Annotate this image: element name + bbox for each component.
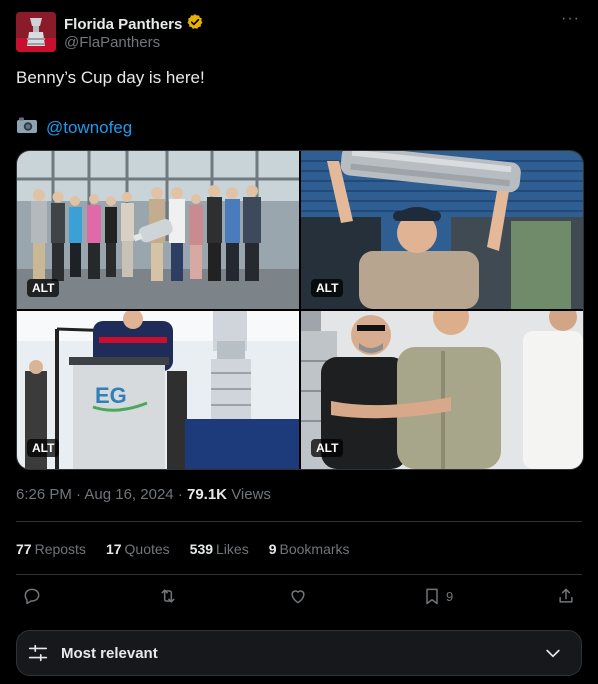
like-icon xyxy=(291,590,305,604)
tweet-meta: 6:26 PM · Aug 16, 2024 · 79.1K Views xyxy=(16,486,271,503)
podium-sign: EG xyxy=(95,383,127,408)
reply-button[interactable] xyxy=(22,586,42,606)
tweet-text: Benny’s Cup day is here! xyxy=(16,68,205,87)
camera-icon xyxy=(16,116,38,139)
meta-separator: · xyxy=(177,486,187,503)
tweet-date[interactable]: Aug 16, 2024 xyxy=(84,486,173,503)
action-bar: 9 xyxy=(16,586,582,612)
photo-group[interactable]: ALT xyxy=(17,151,299,309)
panthers-logo xyxy=(16,12,56,52)
bookmark-count: 9 xyxy=(446,588,454,604)
reposts-stat[interactable]: 77 Reposts xyxy=(16,541,86,557)
repost-button[interactable] xyxy=(158,586,178,606)
media-grid: ALT ALT EG ALT ALT xyxy=(16,150,584,470)
views-count: 79.1K xyxy=(186,486,228,503)
bookmarks-stat[interactable]: 9 Bookmarks xyxy=(269,541,350,557)
author-display-name[interactable]: Florida Panthers xyxy=(64,16,182,33)
author-handle[interactable]: @FlaPanthers xyxy=(64,34,160,51)
alt-badge[interactable]: ALT xyxy=(27,439,60,457)
repost-icon xyxy=(161,589,175,603)
photo-crowd[interactable]: ALT xyxy=(301,311,583,469)
alt-badge[interactable]: ALT xyxy=(311,279,344,297)
sliders-icon xyxy=(27,642,49,664)
tweet-time[interactable]: 6:26 PM xyxy=(16,486,72,503)
divider xyxy=(16,521,582,522)
photo-podium[interactable]: EG ALT xyxy=(17,311,299,469)
alt-badge[interactable]: ALT xyxy=(27,279,60,297)
photo-cup-raise[interactable]: ALT xyxy=(301,151,583,309)
photo-credit: @townofeg xyxy=(16,116,132,139)
share-icon xyxy=(559,588,573,603)
chevron-down-icon xyxy=(543,643,563,663)
reply-sort-dropdown[interactable]: Most relevant xyxy=(16,630,582,676)
quotes-stat[interactable]: 17 Quotes xyxy=(106,541,170,557)
bookmark-icon xyxy=(426,588,438,605)
alt-badge[interactable]: ALT xyxy=(311,439,344,457)
avatar[interactable] xyxy=(16,12,56,52)
sort-label: Most relevant xyxy=(61,644,158,662)
divider xyxy=(16,574,582,575)
reply-icon xyxy=(24,588,40,605)
like-button[interactable] xyxy=(288,586,308,606)
verified-badge-icon[interactable] xyxy=(186,13,204,36)
author-name-row[interactable]: Florida Panthers xyxy=(64,13,204,36)
more-options-icon[interactable]: ··· xyxy=(561,10,580,28)
views-label: Views xyxy=(231,486,271,503)
bookmark-button[interactable]: 9 xyxy=(422,586,453,606)
likes-stat[interactable]: 539 Likes xyxy=(190,541,249,557)
share-button[interactable] xyxy=(556,586,576,606)
credit-mention-link[interactable]: @townofeg xyxy=(46,118,132,138)
engagement-stats: 77 Reposts 17 Quotes 539 Likes 9 Bookmarks xyxy=(16,541,350,557)
